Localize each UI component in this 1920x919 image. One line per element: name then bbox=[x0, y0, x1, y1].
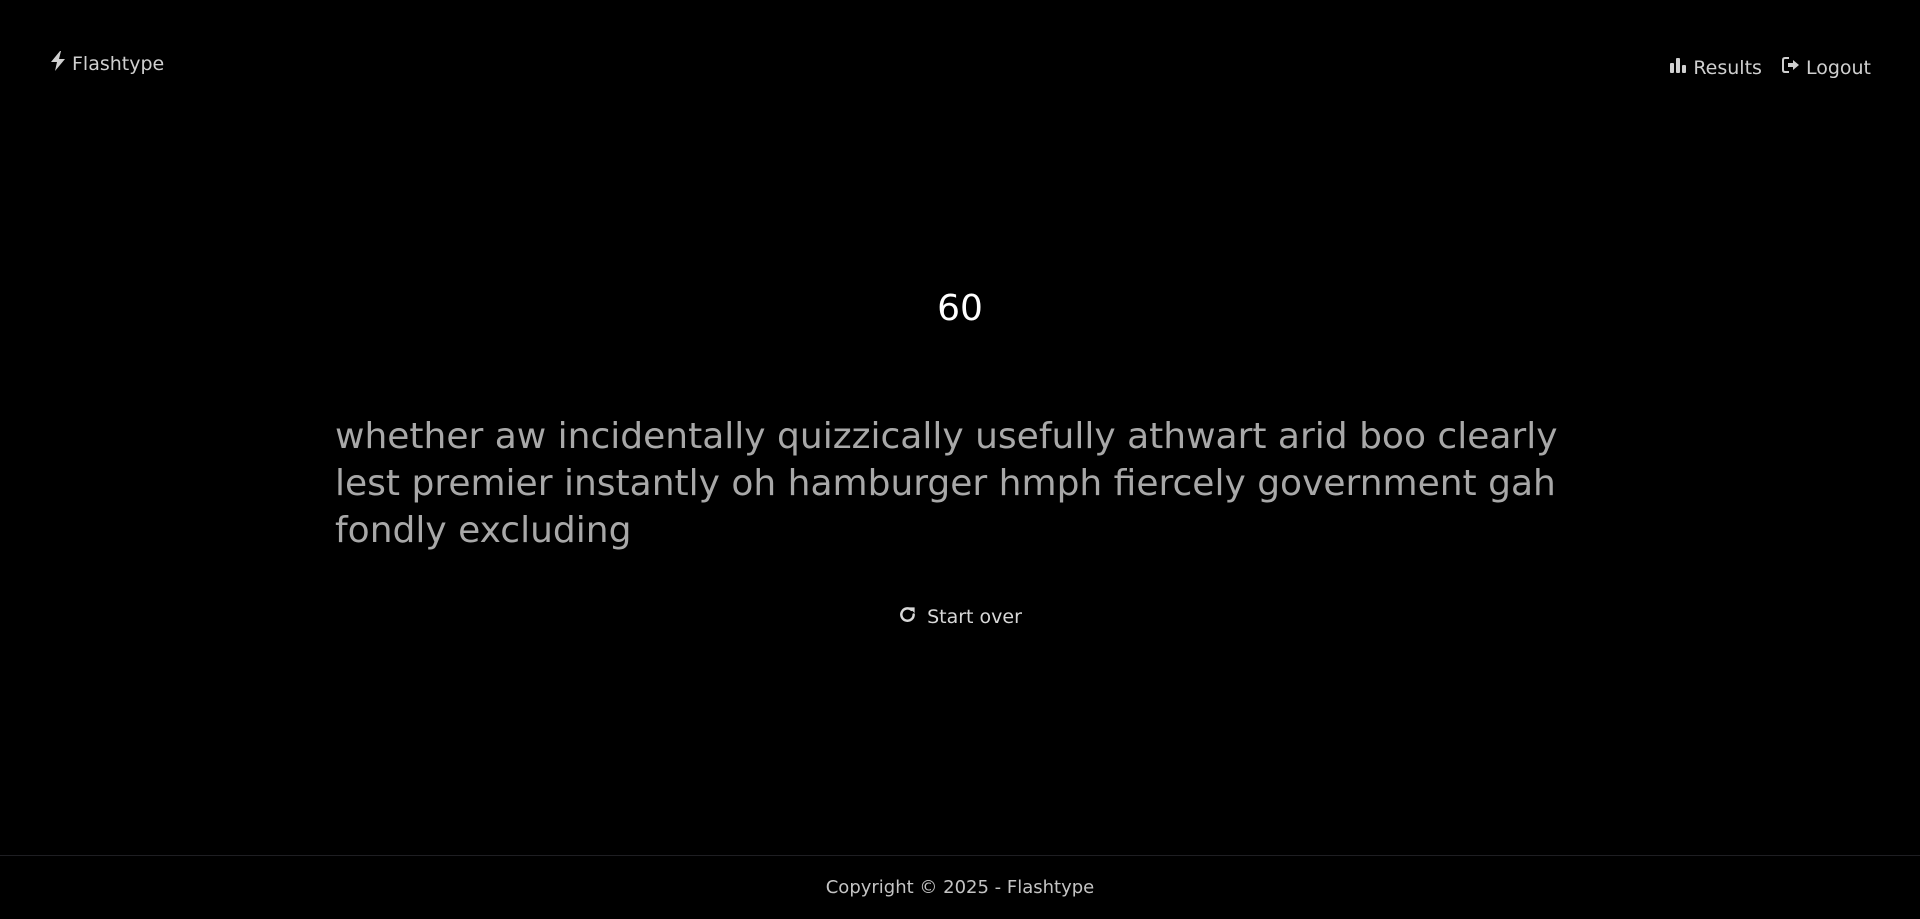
countdown-timer: 60 bbox=[937, 288, 983, 329]
footer: Copyright © 2025 - Flashtype bbox=[0, 855, 1920, 919]
typing-words: whether aw incidentally quizzically usef… bbox=[335, 416, 1558, 551]
page: Flashtype Results Logout 60 whether aw i… bbox=[0, 0, 1920, 919]
brand-link[interactable]: Flashtype bbox=[50, 51, 164, 76]
bar-chart-icon bbox=[1669, 56, 1687, 79]
top-nav: Results Logout bbox=[1669, 56, 1871, 79]
nav-logout-link[interactable]: Logout bbox=[1781, 56, 1871, 79]
brand-label: Flashtype bbox=[72, 52, 165, 75]
nav-logout-label: Logout bbox=[1805, 56, 1871, 79]
bolt-icon bbox=[50, 51, 66, 76]
copyright-text: Copyright © 2025 - Flashtype bbox=[825, 877, 1095, 898]
start-over-row: Start over bbox=[0, 605, 1920, 629]
nav-results-link[interactable]: Results bbox=[1669, 56, 1762, 79]
refresh-icon bbox=[898, 605, 917, 629]
start-over-label: Start over bbox=[927, 606, 1022, 628]
logout-icon bbox=[1781, 56, 1800, 79]
nav-results-label: Results bbox=[1693, 56, 1762, 79]
start-over-button[interactable]: Start over bbox=[898, 605, 1022, 629]
